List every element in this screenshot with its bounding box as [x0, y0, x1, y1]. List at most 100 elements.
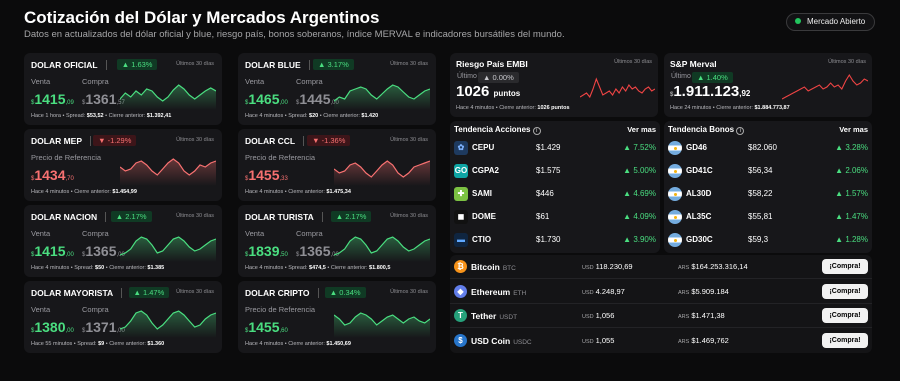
stock-change: ▲ 3.90%	[623, 235, 656, 244]
dollar-card-dolar-ccl[interactable]: DOLAR CCL ▼ -1.36% Últimos 30 días Precio d…	[238, 129, 436, 201]
stock-name: CGPA2	[472, 166, 499, 175]
stock-name: SAMI	[472, 189, 492, 198]
dollar-close-value: $1.800,5	[369, 265, 391, 271]
page-title: Cotización del Dólar y Mercados Argentin…	[24, 8, 380, 27]
stock-row-ctio[interactable]: ▬ CTIO $1.730 ▲ 3.90%	[450, 229, 660, 252]
dollar-spread-label: Spread	[288, 265, 306, 271]
dollar-label-primary: Venta	[245, 229, 265, 238]
merval-close-label: Cierre anterior	[716, 105, 752, 111]
crypto-ars-currency: ARS	[678, 314, 690, 320]
crypto-row-usdc[interactable]: $ USD Coin USDC USD 1,055 ARS $1.469,762 ¡C…	[450, 329, 872, 353]
dollar-close-label: Cierre anterior	[323, 113, 359, 119]
bond-row-al35c[interactable]: AL35C $55,81 ▲ 1.47%	[664, 206, 872, 229]
dollar-card-dolar-cripto[interactable]: DOLAR CRIPTO ▲ 0.34% Últimos 30 días Precio…	[238, 281, 436, 353]
buy-button[interactable]: ¡Compra!	[822, 259, 868, 274]
dollar-card-dolar-blue[interactable]: DOLAR BLUE ▲ 3.17% Últimos 30 días Venta Com…	[238, 53, 436, 125]
status-dot-icon	[795, 18, 801, 24]
crypto-usd-currency: USD	[582, 289, 594, 296]
merval-label: Último	[671, 73, 691, 80]
dollar-buy-price: $1371,00	[82, 319, 125, 335]
riesgo-pais-title: Riesgo País EMBI	[456, 59, 528, 69]
dollar-card-footer: Hace 4 minutos • Cierre anterior: $1.475…	[245, 189, 351, 195]
bond-change: ▲ 2.06%	[835, 166, 868, 175]
merval-title: S&P Merval	[670, 59, 717, 69]
crypto-name-label: USD Coin	[471, 335, 511, 346]
bond-row-gd46[interactable]: GD46 $82.060 ▲ 3.28%	[664, 137, 872, 160]
info-icon[interactable]: i	[736, 127, 745, 135]
argentina-flag-icon	[668, 141, 682, 155]
dollar-sell-price: $1415,00	[31, 243, 74, 259]
dollar-close-value: $1.420	[361, 113, 379, 119]
stock-row-sami[interactable]: ✚ SAMI $446 ▲ 4.69%	[450, 183, 660, 206]
dollar-card-dolar-mep[interactable]: DOLAR MEP ▼ -1.29% Últimos 30 días Precio d…	[24, 129, 222, 201]
buy-button[interactable]: ¡Compra!	[822, 332, 868, 348]
dollar-name: DOLAR CRIPTO	[245, 288, 319, 298]
dollar-buy-price: $1365,00	[82, 243, 125, 259]
crypto-panel: ₿ Bitcoin BTC USD 118.230,69 ARS $164.253.3…	[450, 255, 872, 353]
dollar-card-dolar-turista[interactable]: DOLAR TURISTA ▲ 2.17% Últimos 30 días Venta…	[238, 205, 436, 277]
market-status-badge: Mercado Abierto	[786, 13, 876, 31]
crypto-symbol: BTC	[502, 265, 516, 272]
dollar-card-dolar-oficial[interactable]: DOLAR OFICIAL ▲ 1.63% Últimos 30 días Venta…	[24, 53, 222, 125]
dollar-label-primary: Precio de Referencia	[31, 153, 102, 162]
dollar-label-secondary: Compra	[82, 305, 109, 314]
dollar-update-time: Hace 4 minutos	[245, 265, 284, 271]
dollar-spread-value: $50	[95, 265, 105, 271]
bonos-title: Tendencia Bonos i	[668, 125, 745, 135]
stock-price: $1.575	[536, 166, 561, 175]
dollar-sparkline	[120, 236, 216, 262]
crypto-usd-value: 1,056	[595, 311, 615, 320]
price-main: 1434	[34, 167, 66, 183]
crypto-row-btc[interactable]: ₿ Bitcoin BTC USD 118.230,69 ARS $164.253.3…	[450, 255, 872, 279]
buy-button[interactable]: ¡Compra!	[822, 308, 868, 323]
dollar-label-secondary: Compra	[296, 77, 323, 86]
dollar-sell-price: $1434,70	[31, 167, 74, 183]
dollar-card-dolar-mayorista[interactable]: DOLAR MAYORISTA ▲ 1.47% Últimos 30 días Ven…	[24, 281, 222, 353]
dollar-period: Últimos 30 días	[176, 213, 214, 219]
crypto-ars-price: ARS $1.469,762	[678, 336, 729, 345]
price-decimals: ,09	[65, 100, 74, 106]
merval-card[interactable]: S&P Merval Últimos 30 días Último ▲ 1.40…	[664, 53, 872, 117]
dollar-sparkline	[334, 312, 430, 338]
argentina-flag-icon	[668, 187, 682, 201]
crypto-ars-currency: ARS	[678, 265, 690, 271]
bond-price: $82.060	[748, 143, 777, 152]
argentina-flag-icon	[668, 233, 682, 247]
stock-row-cgpa2[interactable]: GO CGPA2 $1.575 ▲ 5.00%	[450, 160, 660, 183]
acciones-ver-mas-link[interactable]: Ver mas	[627, 125, 656, 134]
crypto-row-usdt[interactable]: T Tether USDT USD 1,056 ARS $1.471,38 ¡Comp…	[450, 304, 872, 328]
crypto-row-eth[interactable]: ◆ Ethereum ETH USD 4.248,97 ARS $5.909.184 …	[450, 280, 872, 304]
price-decimals: ,50	[279, 252, 288, 258]
crypto-ars-currency: ARS	[678, 289, 690, 296]
stock-row-dome[interactable]: ◼ DOME $61 ▲ 4.09%	[450, 206, 660, 229]
merval-period: Últimos 30 días	[828, 59, 866, 65]
bond-row-al30d[interactable]: AL30D $58,22 ▲ 1.57%	[664, 183, 872, 206]
bonos-ver-mas-link[interactable]: Ver mas	[839, 125, 868, 134]
buy-button[interactable]: ¡Compra!	[822, 283, 868, 299]
price-decimals: ,60	[279, 328, 288, 334]
bond-name: AL35C	[686, 212, 712, 221]
crypto-usd-price: USD 1,056	[582, 311, 614, 320]
dollar-label-primary: Venta	[31, 305, 51, 314]
crypto-usd-currency: USD	[582, 265, 594, 271]
stock-name: CEPU	[472, 143, 495, 152]
stock-price: $61	[536, 212, 550, 221]
crypto-symbol: USDC	[513, 338, 532, 346]
argentina-flag-icon	[668, 210, 682, 224]
dollar-card-dolar-nacion[interactable]: DOLAR NACION ▲ 2.17% Últimos 30 días Venta C…	[24, 205, 222, 277]
sami-logo-icon: ✚	[454, 187, 468, 201]
crypto-name-label: Bitcoin	[471, 262, 500, 272]
dollar-card-footer: Hace 55 minutos • Spread: $9 • Cierre an…	[31, 341, 165, 347]
riesgo-pais-card[interactable]: Riesgo País EMBI Últimos 30 días Último …	[450, 53, 658, 117]
riesgo-pais-unit: puntos	[493, 89, 521, 98]
bond-price: $56,34	[748, 166, 773, 175]
stock-row-cepu[interactable]: ✿ CEPU $1.429 ▲ 7.52%	[450, 137, 660, 160]
merval-time: Hace 24 minutos	[670, 105, 712, 111]
bond-row-gd41c[interactable]: GD41C $56,34 ▲ 2.06%	[664, 160, 872, 183]
dollar-label-primary: Venta	[31, 77, 51, 86]
bond-change: ▲ 1.28%	[835, 235, 868, 244]
merval-sparkline	[782, 73, 868, 100]
info-icon[interactable]: i	[532, 127, 541, 135]
bond-row-gd30c[interactable]: GD30C $59,3 ▲ 1.28%	[664, 229, 872, 252]
dollar-update-time: Hace 1 hora	[31, 113, 61, 119]
